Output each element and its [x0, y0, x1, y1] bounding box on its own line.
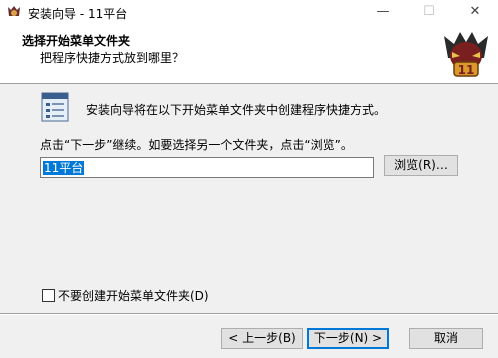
page-subtitle: 把程序快捷方式放到哪里？ [40, 51, 185, 65]
intro-text: 安装向导将在以下开始菜单文件夹中创建程序快捷方式。 [86, 103, 387, 117]
start-menu-folder-icon [41, 92, 69, 122]
minimize-button[interactable]: — [360, 0, 406, 24]
game-logo-icon: 11 [444, 32, 488, 77]
hint-text: 点击“下一步”继续。如要选择另一个文件夹，点击“浏览”。 [40, 138, 353, 152]
close-button[interactable]: ✕ [452, 0, 498, 24]
cancel-button[interactable]: 取消 [409, 328, 483, 349]
no-folder-label: 不要创建开始菜单文件夹(D) [58, 289, 209, 303]
maximize-button[interactable]: ☐ [406, 0, 452, 24]
back-button[interactable]: < 上一步(B) [221, 328, 303, 349]
wizard-header: 选择开始菜单文件夹 把程序快捷方式放到哪里？ 11 [0, 24, 498, 84]
window-title: 安装向导 - 11平台 [28, 7, 128, 21]
footer-divider-highlight [0, 314, 498, 315]
folder-input-value: 11平台 [43, 161, 85, 175]
title-bar: 安装向导 - 11平台 — ☐ ✕ [0, 0, 498, 24]
page-title: 选择开始菜单文件夹 [22, 34, 131, 48]
logo-number: 11 [458, 63, 475, 77]
next-button[interactable]: 下一步(N) > [307, 328, 389, 349]
browse-button[interactable]: 浏览(R)… [384, 155, 458, 176]
start-menu-folder-input[interactable]: 11平台 [40, 157, 374, 178]
no-folder-checkbox[interactable] [42, 289, 55, 302]
app-icon [8, 6, 20, 16]
wizard-content: 安装向导将在以下开始菜单文件夹中创建程序快捷方式。 点击“下一步”继续。如要选择… [0, 84, 498, 314]
